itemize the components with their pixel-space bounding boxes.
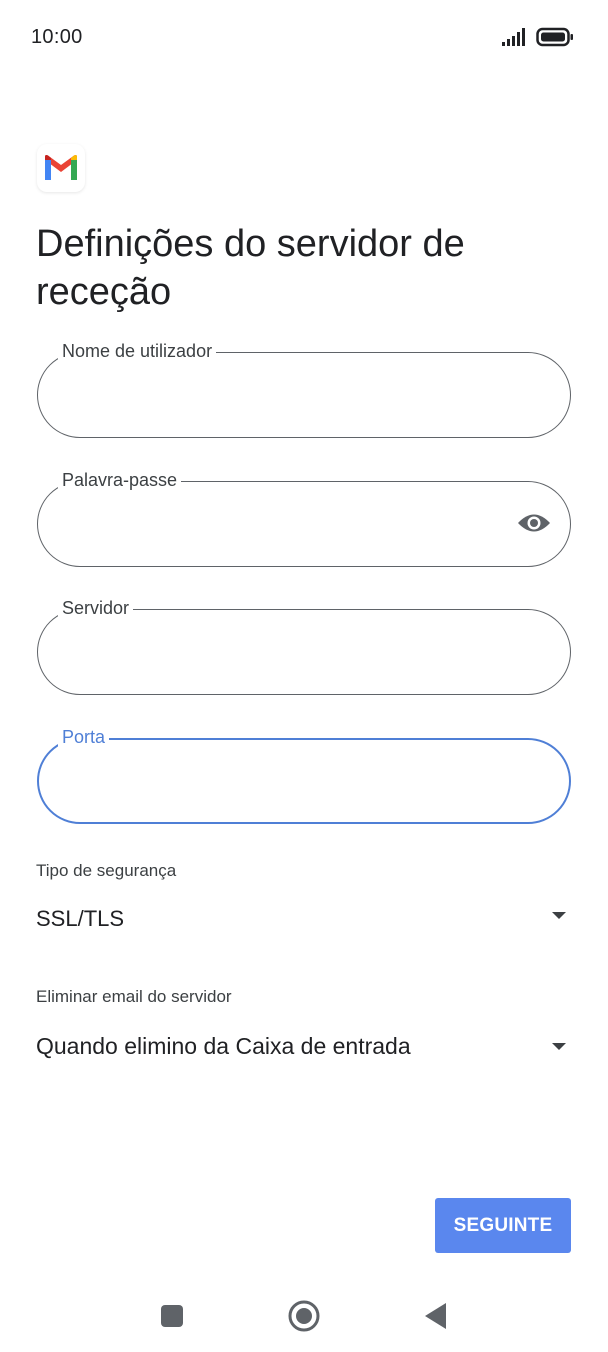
eye-icon [517,512,551,539]
dropdown-arrow-icon [552,912,566,919]
gmail-logo-icon [37,144,85,192]
next-button[interactable]: SEGUINTE [435,1198,571,1253]
back-button[interactable] [416,1298,456,1338]
recents-button[interactable] [152,1298,192,1338]
security-type-dropdown[interactable]: SSL/TLS [36,900,570,940]
home-button[interactable] [284,1298,324,1338]
delete-email-value: Quando elimino da Caixa de entrada [36,1033,411,1059]
security-type-label: Tipo de segurança [36,861,177,880]
delete-email-dropdown[interactable]: Quando elimino da Caixa de entrada [36,1027,570,1067]
password-field[interactable]: Palavra-passe [37,468,571,567]
back-triangle-icon [425,1302,447,1334]
status-icons [502,27,574,52]
password-label: Palavra-passe [58,468,182,492]
username-label: Nome de utilizador [58,339,217,363]
delete-email-label: Eliminar email do servidor [36,987,232,1006]
server-field[interactable]: Servidor [37,596,571,695]
recents-square-icon [161,1304,183,1332]
battery-icon [536,27,574,52]
status-bar: 10:00 [0,0,608,76]
port-field[interactable]: Porta [37,725,571,824]
dropdown-arrow-icon [552,1043,566,1050]
status-time: 10:00 [31,26,83,48]
port-label: Porta [58,725,110,749]
home-circle-icon [288,1300,320,1337]
signal-icon [502,28,528,51]
server-input[interactable] [62,636,490,666]
port-input[interactable] [63,766,489,796]
page-title: Definições do servidor de receção [36,223,465,313]
username-field[interactable]: Nome de utilizador [37,339,571,438]
security-type-value: SSL/TLS [36,906,125,931]
password-input[interactable] [62,508,490,538]
server-label: Servidor [58,596,134,620]
show-password-button[interactable] [516,507,552,543]
username-input[interactable] [62,379,490,409]
navigation-bar [0,1280,608,1352]
